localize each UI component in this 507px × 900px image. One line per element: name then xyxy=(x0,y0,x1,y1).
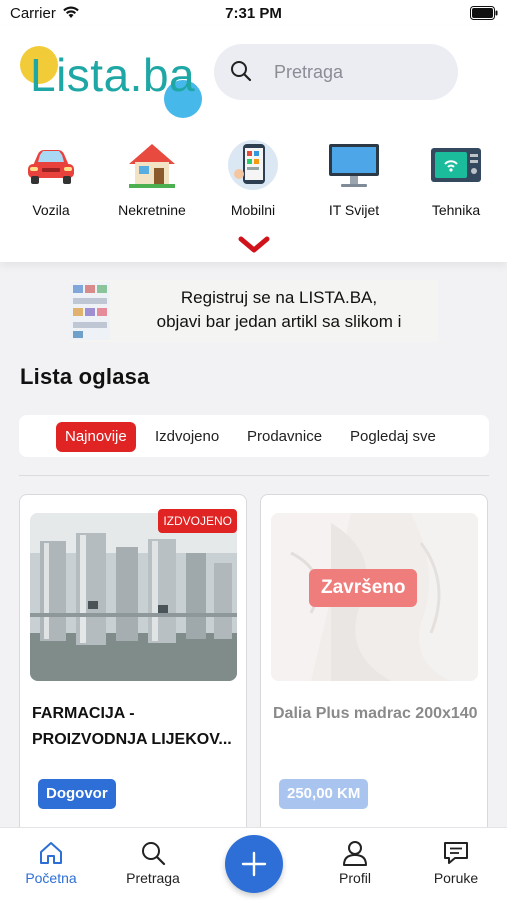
banner-thumbnail-icon xyxy=(70,282,110,340)
filter-izdvojeno[interactable]: Izdvojeno xyxy=(155,422,219,452)
search-icon xyxy=(142,842,166,866)
logo-text: Lista.ba xyxy=(30,49,196,101)
listing-title: FARMACIJA - PROIZVODNJA LIJEKOV... xyxy=(32,705,232,748)
tab-label: Poruke xyxy=(433,870,479,886)
category-carousel[interactable]: Vozila Nekretnine Mobilni IT Svijet Tehn… xyxy=(0,138,507,228)
add-listing-button[interactable] xyxy=(225,835,283,893)
tab-pretraga[interactable]: Pretraga xyxy=(108,840,198,886)
listing-card[interactable]: Završeno Dalia Plus madrac 200x140 250,0… xyxy=(260,494,488,844)
listing-filter-tabs: Najnovije Izdvojeno Prodavnice Pogledaj … xyxy=(19,415,489,457)
promo-banner[interactable]: Registruj se na LISTA.BA, objavi bar jed… xyxy=(70,280,438,342)
user-icon xyxy=(343,841,367,866)
house-icon xyxy=(129,144,175,188)
category-label: Vozila xyxy=(32,202,70,218)
category-label: Mobilni xyxy=(230,202,276,218)
computer-monitor-icon xyxy=(329,144,379,187)
search-placeholder: Pretraga xyxy=(274,62,344,82)
search-input[interactable]: Pretraga xyxy=(214,44,458,100)
category-vozila[interactable]: Vozila xyxy=(1,138,101,218)
category-label: IT Svijet xyxy=(328,202,380,218)
divider xyxy=(19,475,489,476)
filter-pogledaj-sve[interactable]: Pogledaj sve xyxy=(350,422,436,452)
listing-title: Dalia Plus madrac 200x140 xyxy=(273,705,478,722)
clock: 7:31 PM xyxy=(225,5,282,22)
category-label: Tehnika xyxy=(431,202,481,218)
appliance-icon xyxy=(431,148,481,182)
banner-text-line2: objavi bar jedan artikl sa slikom i xyxy=(156,312,402,331)
message-icon xyxy=(444,842,468,864)
filter-prodavnice[interactable]: Prodavnice xyxy=(247,422,322,452)
screen: Carrier 7:31 PM Lista.ba Pretraga Vozila… xyxy=(0,0,507,900)
tab-pocetna[interactable]: Početna xyxy=(6,840,96,886)
car-icon xyxy=(28,150,74,184)
category-it-svijet[interactable]: IT Svijet xyxy=(304,138,404,218)
battery-icon xyxy=(470,6,498,24)
plus-icon xyxy=(241,851,267,877)
section-title: Lista oglasa xyxy=(20,364,150,389)
lista-logo[interactable]: Lista.ba xyxy=(18,36,208,118)
mobile-phone-icon xyxy=(228,140,278,190)
chevron-down-icon[interactable] xyxy=(238,236,270,259)
listing-card[interactable]: IZDVOJENO FARMACIJA - PROIZVODNJA LIJEKO… xyxy=(19,494,247,844)
featured-badge: IZDVOJENO xyxy=(158,509,237,533)
tab-label: Početna xyxy=(25,870,77,886)
category-tehnika[interactable]: Tehnika xyxy=(406,138,506,218)
banner-text-line1: Registruj se na LISTA.BA, xyxy=(180,288,378,307)
listing-photo xyxy=(30,513,237,681)
header: Lista.ba Pretraga Vozila Nekretnine Mobi… xyxy=(0,26,507,262)
tab-poruke[interactable]: Poruke xyxy=(411,840,501,886)
tab-label: Pretraga xyxy=(126,870,180,886)
listing-price: 250,00 KM xyxy=(279,779,369,809)
category-mobilni[interactable]: Mobilni xyxy=(203,138,303,218)
filter-najnovije[interactable]: Najnovije xyxy=(56,422,136,452)
tab-label: Profil xyxy=(339,870,371,886)
search-icon xyxy=(230,60,252,87)
home-icon xyxy=(40,842,62,864)
ended-badge: Završeno xyxy=(309,569,418,607)
category-nekretnine[interactable]: Nekretnine xyxy=(102,138,202,218)
category-label: Nekretnine xyxy=(118,202,186,218)
tab-profil[interactable]: Profil xyxy=(310,840,400,886)
status-bar: Carrier 7:31 PM xyxy=(0,0,507,26)
listing-price: Dogovor xyxy=(38,779,116,809)
